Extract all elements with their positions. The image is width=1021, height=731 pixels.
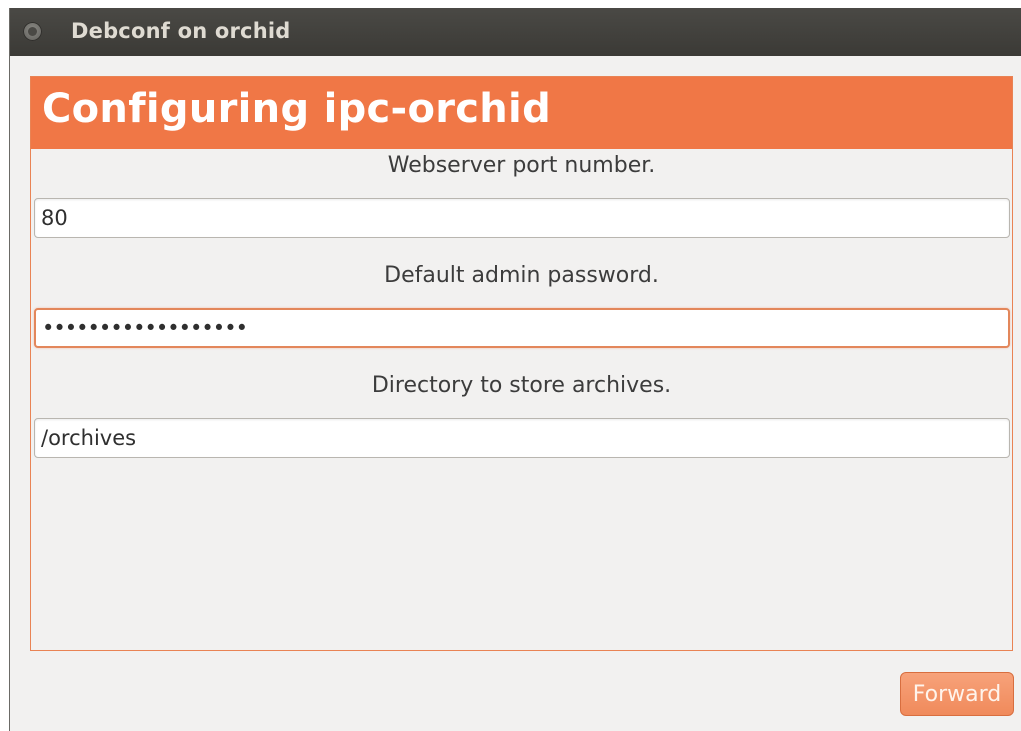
archive-directory-label: Directory to store archives.: [371, 373, 672, 398]
archive-directory-input[interactable]: [34, 418, 1010, 458]
forward-button[interactable]: Forward: [900, 672, 1014, 716]
password-label: Default admin password.: [384, 263, 659, 288]
page-title: Configuring ipc-orchid: [42, 86, 552, 132]
port-label: Webserver port number.: [387, 153, 656, 178]
password-input[interactable]: [34, 308, 1010, 348]
heading-banner: Configuring ipc-orchid: [31, 77, 1012, 149]
debconf-window: Debconf on orchid Configuring ipc-orchid…: [9, 8, 1021, 731]
config-panel: Configuring ipc-orchid Webserver port nu…: [30, 76, 1013, 651]
window-title: Debconf on orchid: [71, 19, 291, 43]
title-bar[interactable]: Debconf on orchid: [10, 8, 1021, 56]
close-icon[interactable]: [23, 22, 42, 41]
port-input[interactable]: [34, 198, 1010, 238]
